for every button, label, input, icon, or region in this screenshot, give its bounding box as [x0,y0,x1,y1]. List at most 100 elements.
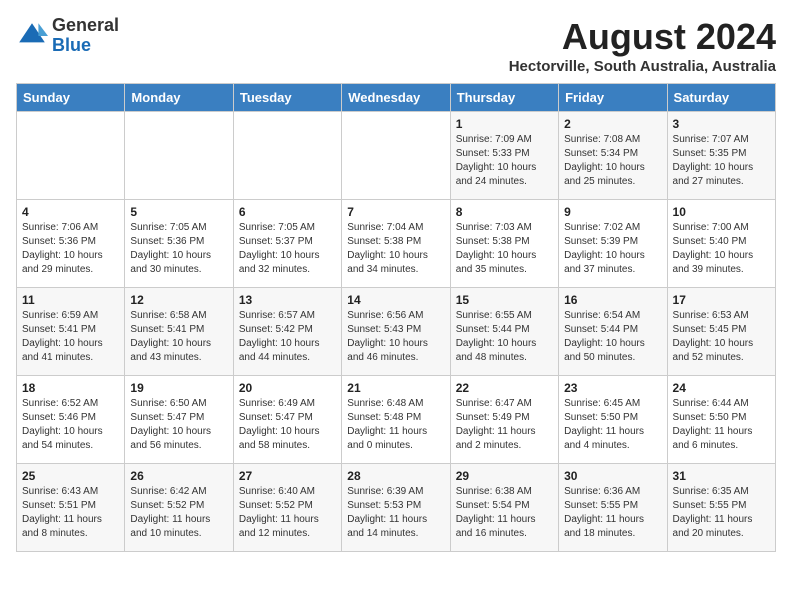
day-number: 18 [22,381,119,395]
day-content: Sunrise: 6:58 AM Sunset: 5:41 PM Dayligh… [130,309,227,365]
day-number: 19 [130,381,227,395]
day-number: 30 [564,469,661,483]
day-content: Sunrise: 7:02 AM Sunset: 5:39 PM Dayligh… [564,221,661,277]
calendar-week-row: 4 Sunrise: 7:06 AM Sunset: 5:36 PM Daylig… [17,200,776,288]
header-cell-wednesday: Wednesday [342,84,450,112]
day-content: Sunrise: 7:06 AM Sunset: 5:36 PM Dayligh… [22,221,119,277]
day-content: Sunrise: 6:36 AM Sunset: 5:55 PM Dayligh… [564,485,661,541]
day-content: Sunrise: 6:49 AM Sunset: 5:47 PM Dayligh… [239,397,336,453]
calendar-cell: 31Sunrise: 6:35 AM Sunset: 5:55 PM Dayli… [667,464,775,552]
day-number: 8 [456,205,553,219]
day-number: 5 [130,205,227,219]
day-number: 4 [22,205,119,219]
calendar-week-row: 18 Sunrise: 6:52 AM Sunset: 5:46 PM Dayli… [17,376,776,464]
day-number: 3 [673,117,770,131]
header-cell-thursday: Thursday [450,84,558,112]
day-number: 13 [239,293,336,307]
day-content: Sunrise: 7:00 AM Sunset: 5:40 PM Dayligh… [673,221,770,277]
logo: General Blue [16,16,119,56]
calendar-cell: 11Sunrise: 6:59 AM Sunset: 5:41 PM Dayli… [17,288,125,376]
calendar-cell: 15 Sunrise: 6:55 AM Sunset: 5:44 PM Dayli… [450,288,558,376]
day-number: 11 [22,293,119,307]
header-row: SundayMondayTuesdayWednesdayThursdayFrid… [17,84,776,112]
day-content: Sunrise: 7:04 AM Sunset: 5:38 PM Dayligh… [347,221,444,277]
calendar-cell: 20 Sunrise: 6:49 AM Sunset: 5:47 PM Dayli… [233,376,341,464]
calendar-cell: 18 Sunrise: 6:52 AM Sunset: 5:46 PM Dayli… [17,376,125,464]
calendar-cell [342,112,450,200]
day-number: 24 [673,381,770,395]
day-content: Sunrise: 7:08 AM Sunset: 5:34 PM Dayligh… [564,133,661,189]
day-number: 9 [564,205,661,219]
calendar-week-row: 25 Sunrise: 6:43 AM Sunset: 5:51 PM Dayli… [17,464,776,552]
calendar-cell: 16 Sunrise: 6:54 AM Sunset: 5:44 PM Dayli… [559,288,667,376]
day-number: 26 [130,469,227,483]
calendar-cell: 17Sunrise: 6:53 AM Sunset: 5:45 PM Dayli… [667,288,775,376]
page-header: General Blue August 2024 Hectorville, So… [16,16,776,75]
calendar-cell: 23Sunrise: 6:45 AM Sunset: 5:50 PM Dayli… [559,376,667,464]
header-cell-friday: Friday [559,84,667,112]
logo-general: General [52,15,119,35]
logo-blue: Blue [52,35,91,55]
calendar-cell: 3Sunrise: 7:07 AM Sunset: 5:35 PM Daylig… [667,112,775,200]
calendar-table: SundayMondayTuesdayWednesdayThursdayFrid… [16,83,776,552]
day-number: 1 [456,117,553,131]
day-content: Sunrise: 6:50 AM Sunset: 5:47 PM Dayligh… [130,397,227,453]
calendar-cell: 7 Sunrise: 7:04 AM Sunset: 5:38 PM Daylig… [342,200,450,288]
calendar-cell: 9 Sunrise: 7:02 AM Sunset: 5:39 PM Daylig… [559,200,667,288]
calendar-cell: 22Sunrise: 6:47 AM Sunset: 5:49 PM Dayli… [450,376,558,464]
calendar-cell: 29 Sunrise: 6:38 AM Sunset: 5:54 PM Dayli… [450,464,558,552]
calendar-cell: 21Sunrise: 6:48 AM Sunset: 5:48 PM Dayli… [342,376,450,464]
day-content: Sunrise: 6:47 AM Sunset: 5:49 PM Dayligh… [456,397,553,453]
day-number: 12 [130,293,227,307]
day-number: 20 [239,381,336,395]
day-content: Sunrise: 6:55 AM Sunset: 5:44 PM Dayligh… [456,309,553,365]
day-number: 15 [456,293,553,307]
day-content: Sunrise: 7:09 AM Sunset: 5:33 PM Dayligh… [456,133,553,189]
day-number: 16 [564,293,661,307]
calendar-cell: 19 Sunrise: 6:50 AM Sunset: 5:47 PM Dayli… [125,376,233,464]
day-content: Sunrise: 6:56 AM Sunset: 5:43 PM Dayligh… [347,309,444,365]
header-cell-monday: Monday [125,84,233,112]
calendar-cell: 28Sunrise: 6:39 AM Sunset: 5:53 PM Dayli… [342,464,450,552]
calendar-cell: 8 Sunrise: 7:03 AM Sunset: 5:38 PM Daylig… [450,200,558,288]
calendar-cell: 30 Sunrise: 6:36 AM Sunset: 5:55 PM Dayli… [559,464,667,552]
calendar-cell: 12 Sunrise: 6:58 AM Sunset: 5:41 PM Dayli… [125,288,233,376]
day-number: 27 [239,469,336,483]
calendar-cell: 25 Sunrise: 6:43 AM Sunset: 5:51 PM Dayli… [17,464,125,552]
calendar-cell [17,112,125,200]
calendar-cell: 14 Sunrise: 6:56 AM Sunset: 5:43 PM Dayli… [342,288,450,376]
header-cell-tuesday: Tuesday [233,84,341,112]
calendar-week-row: 1 Sunrise: 7:09 AM Sunset: 5:33 PM Daylig… [17,112,776,200]
header-cell-saturday: Saturday [667,84,775,112]
day-content: Sunrise: 6:52 AM Sunset: 5:46 PM Dayligh… [22,397,119,453]
day-number: 6 [239,205,336,219]
day-content: Sunrise: 6:53 AM Sunset: 5:45 PM Dayligh… [673,309,770,365]
location: Hectorville, South Australia, Australia [509,58,776,75]
day-content: Sunrise: 6:43 AM Sunset: 5:51 PM Dayligh… [22,485,119,541]
logo-icon [16,20,48,52]
calendar-cell: 10 Sunrise: 7:00 AM Sunset: 5:40 PM Dayli… [667,200,775,288]
day-number: 25 [22,469,119,483]
day-number: 7 [347,205,444,219]
calendar-cell: 5 Sunrise: 7:05 AM Sunset: 5:36 PM Daylig… [125,200,233,288]
day-content: Sunrise: 7:05 AM Sunset: 5:36 PM Dayligh… [130,221,227,277]
day-content: Sunrise: 6:39 AM Sunset: 5:53 PM Dayligh… [347,485,444,541]
day-number: 10 [673,205,770,219]
calendar-cell: 1 Sunrise: 7:09 AM Sunset: 5:33 PM Daylig… [450,112,558,200]
header-cell-sunday: Sunday [17,84,125,112]
day-content: Sunrise: 6:54 AM Sunset: 5:44 PM Dayligh… [564,309,661,365]
logo-text: General Blue [52,16,119,56]
day-number: 31 [673,469,770,483]
day-number: 14 [347,293,444,307]
day-content: Sunrise: 6:48 AM Sunset: 5:48 PM Dayligh… [347,397,444,453]
calendar-cell: 4 Sunrise: 7:06 AM Sunset: 5:36 PM Daylig… [17,200,125,288]
day-content: Sunrise: 6:40 AM Sunset: 5:52 PM Dayligh… [239,485,336,541]
day-number: 29 [456,469,553,483]
day-content: Sunrise: 7:03 AM Sunset: 5:38 PM Dayligh… [456,221,553,277]
month-year: August 2024 [509,16,776,58]
day-content: Sunrise: 6:45 AM Sunset: 5:50 PM Dayligh… [564,397,661,453]
day-content: Sunrise: 6:57 AM Sunset: 5:42 PM Dayligh… [239,309,336,365]
day-number: 2 [564,117,661,131]
day-content: Sunrise: 6:38 AM Sunset: 5:54 PM Dayligh… [456,485,553,541]
title-block: August 2024 Hectorville, South Australia… [509,16,776,75]
